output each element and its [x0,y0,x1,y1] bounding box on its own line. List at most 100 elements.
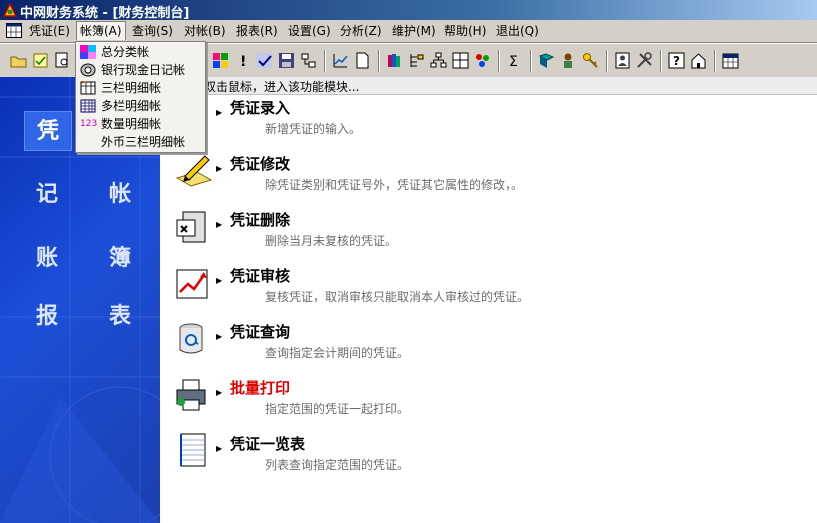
ledger-icon [80,81,96,95]
toolbar-separator [660,50,662,72]
network-icon[interactable] [300,52,317,69]
function-description: 复核凭证，取消审核只能取消本人审核过的凭证。 [265,290,530,304]
hint-text: 双击鼠标，进入该功能模块... [204,80,360,94]
nav-ledger-book[interactable]: 簿 [97,239,143,277]
function-title: 凭证录入 [230,99,291,117]
sum-icon[interactable]: Σ [506,52,523,69]
dropdown-label: 数量明细帐 [101,117,162,131]
org-chart-icon[interactable] [430,52,447,69]
pencil-edit-icon [175,155,213,187]
open-folder-icon[interactable] [10,52,27,69]
dropdown-item-cash-journal[interactable]: 银行现金日记帐 [76,61,205,79]
calendar-icon[interactable] [722,52,739,69]
tree-structure-icon[interactable] [408,52,425,69]
menu-reconcile[interactable]: 对帐(B) [181,22,229,40]
dropdown-item-multi-column[interactable]: 多栏明细帐 [76,97,205,115]
chart-edit-icon[interactable] [332,52,349,69]
printer-icon [176,379,206,411]
checklist-icon[interactable] [32,52,49,69]
menu-maintenance[interactable]: 维护(M) [389,22,439,40]
nav-ledger-account[interactable]: 账 [24,239,70,277]
function-description: 指定范围的凭证一起打印。 [265,402,410,416]
delete-voucher-icon [176,211,206,243]
check-icon[interactable] [256,52,273,69]
function-voucher-list[interactable]: ▶ 凭证一览表 列表查询指定范围的凭证。 [175,432,775,482]
user-search-icon[interactable] [560,52,577,69]
function-description: 新增凭证的输入。 [265,122,362,136]
function-description: 删除当月未复核的凭证。 [265,234,398,248]
home-icon[interactable] [690,52,707,69]
document-icon[interactable] [354,52,371,69]
svg-text:!: ! [240,54,246,69]
menu-voucher[interactable]: 凭证(E) [26,22,73,40]
nav-record[interactable]: 记 [24,175,70,213]
nav-table[interactable]: 表 [97,297,143,335]
ledger-dropdown-menu: 总分类帐 银行现金日记帐 三栏明细帐 多栏明细帐 123 数量明细帐 外币三栏明… [75,41,206,153]
calendar-window-icon[interactable] [6,23,22,38]
app-logo-icon [2,2,18,17]
user-info-icon[interactable] [614,52,631,69]
menu-ledger[interactable]: 帐簿(A) [76,21,126,40]
menu-query[interactable]: 查询(S) [129,22,176,40]
function-title: 凭证删除 [230,211,291,229]
dropdown-item-general-ledger[interactable]: 总分类帐 [76,43,205,61]
dropdown-item-quantity[interactable]: 123 数量明细帐 [76,115,205,133]
audit-chart-icon [176,269,208,299]
menu-report[interactable]: 报表(R) [233,22,281,40]
arrow-icon: ▶ [216,276,223,285]
function-batch-print[interactable]: ▶ 批量打印 指定范围的凭证一起打印。 [175,376,775,426]
save-disk-icon[interactable] [278,52,295,69]
arrow-icon: ▶ [216,220,223,229]
key-icon[interactable] [582,52,599,69]
toolbar-separator [530,50,532,72]
toolbar-separator [498,50,500,72]
dots-icon[interactable] [474,52,491,69]
svg-text:Σ: Σ [509,54,518,69]
list-notebook-icon [180,433,206,467]
window-grid-icon[interactable] [452,52,469,69]
help-icon[interactable]: ? [668,52,685,69]
window-title: 中网财务系统 - [财务控制台] [20,6,190,21]
nav-voucher[interactable]: 凭 [24,111,72,151]
dropdown-item-three-column[interactable]: 三栏明细帐 [76,79,205,97]
alert-icon[interactable]: ! [234,52,251,69]
function-title: 凭证修改 [230,155,291,173]
tools-icon[interactable] [636,52,653,69]
menu-help[interactable]: 帮助(H) [441,22,489,40]
menu-analysis[interactable]: 分析(Z) [337,22,385,40]
arrow-icon: ▶ [216,332,223,341]
dropdown-label: 多栏明细帐 [101,99,162,113]
toolbar-separator [378,50,380,72]
nav-account[interactable]: 帐 [97,175,143,213]
function-voucher-query[interactable]: ▶ 凭证查询 查询指定会计期间的凭证。 [175,320,775,370]
number-icon: 123 [80,119,98,129]
function-description: 查询指定会计期间的凭证。 [265,346,410,360]
dropdown-item-foreign-currency[interactable]: 外币三栏明细帐 [76,133,205,151]
svg-text:?: ? [673,54,680,68]
arrow-icon: ▶ [216,164,223,173]
menu-exit[interactable]: 退出(Q) [493,22,542,40]
function-voucher-modify[interactable]: ▶ 凭证修改 除凭证类别和凭证号外，凭证其它属性的修改，。 [175,152,775,202]
arrow-icon: ▶ [216,108,223,117]
function-voucher-delete[interactable]: ▶ 凭证删除 删除当月未复核的凭证。 [175,208,775,258]
arrow-icon: ▶ [216,388,223,397]
arrow-icon: ▶ [216,444,223,453]
hint-bar: 双击鼠标，进入该功能模块... [160,77,817,95]
nav-report[interactable]: 报 [24,297,70,335]
multi-column-grid-icon [80,99,96,113]
dropdown-label: 银行现金日记帐 [101,63,186,77]
color-grid-icon[interactable] [212,52,229,69]
menu-bar: 凭证(E) 帐簿(A) 查询(S) 对帐(B) 报表(R) 设置(G) 分析(Z… [0,20,817,43]
dropdown-label: 外币三栏明细帐 [101,135,186,149]
dropdown-label: 总分类帐 [101,45,150,59]
menu-settings[interactable]: 设置(G) [285,22,334,40]
grid-colored-icon [80,45,96,59]
title-bar: 中网财务系统 - [财务控制台] [0,0,817,21]
book-icon[interactable] [538,52,555,69]
function-voucher-entry[interactable]: ▶ 凭证录入 新增凭证的输入。 [175,96,775,146]
preview-icon[interactable] [54,52,71,69]
function-title: 凭证查询 [230,323,291,341]
function-title: 凭证一览表 [230,435,306,453]
function-voucher-audit[interactable]: ▶ 凭证审核 复核凭证，取消审核只能取消本人审核过的凭证。 [175,264,775,314]
books-icon[interactable] [386,52,403,69]
